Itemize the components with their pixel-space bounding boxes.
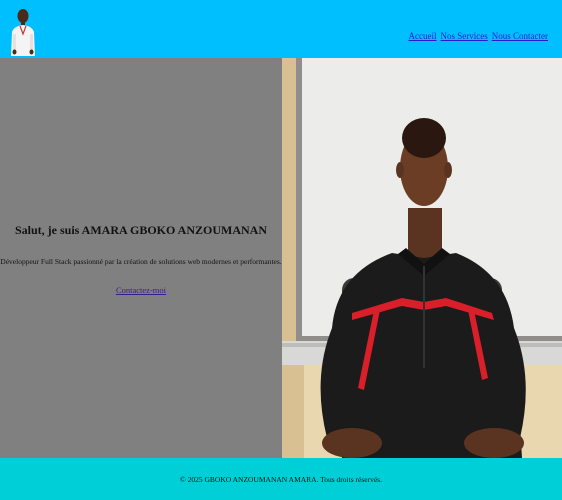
copyright-text: © 2025 GBOKO ANZOUMANAN AMARA. Tous droi…	[180, 475, 382, 484]
hero-title: Salut, je suis AMARA GBOKO ANZOUMANAN	[14, 223, 268, 237]
hero-subtitle: Développeur Full Stack passionné par la …	[0, 257, 282, 266]
site-header: Accueil Nos Services Nous Contacter	[0, 0, 562, 59]
main-nav: Accueil Nos Services Nous Contacter	[409, 31, 548, 41]
hero-intro: Salut, je suis AMARA GBOKO ANZOUMANAN Dé…	[0, 58, 282, 458]
hero-cta: Contactez-moi	[0, 285, 282, 295]
profile-logo[interactable]	[8, 4, 38, 56]
contact-me-link[interactable]: Contactez-moi	[116, 285, 166, 295]
avatar-image	[8, 4, 38, 56]
hero-photo	[282, 58, 562, 458]
nav-link-services[interactable]: Nos Services	[441, 31, 488, 41]
nav-link-contact[interactable]: Nous Contacter	[492, 31, 548, 41]
site-footer: © 2025 GBOKO ANZOUMANAN AMARA. Tous droi…	[0, 458, 562, 500]
nav-link-accueil[interactable]: Accueil	[409, 31, 437, 41]
portrait-photo	[282, 58, 562, 458]
